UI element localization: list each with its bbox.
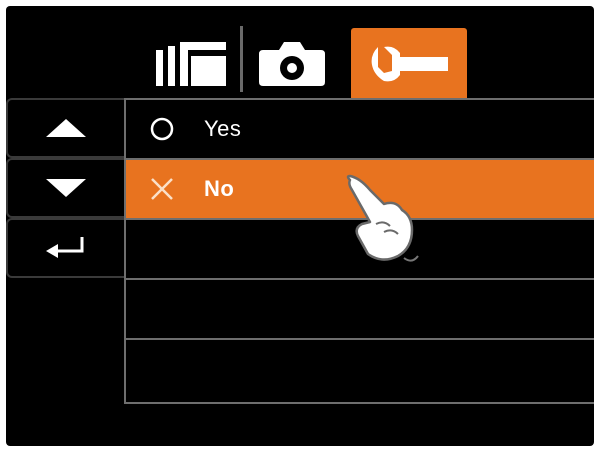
- tab-divider: [240, 26, 243, 92]
- empty-option-row: [126, 280, 594, 340]
- pointer-hand-icon: [340, 174, 420, 275]
- option-label: Yes: [204, 116, 242, 141]
- down-arrow-icon: [46, 179, 86, 197]
- up-arrow-icon: [46, 119, 86, 137]
- return-arrow-icon: [46, 237, 84, 258]
- camera-icon: [259, 42, 325, 86]
- x-mark-icon: [148, 175, 176, 203]
- radio-empty-icon: [148, 115, 176, 143]
- option-label: No: [204, 176, 235, 201]
- tab-setup-mode[interactable]: [351, 28, 467, 100]
- tab-video-mode[interactable]: [144, 28, 238, 100]
- wrench-icon: [371, 46, 448, 82]
- video-mode-icon: [156, 42, 226, 86]
- scroll-up-button[interactable]: [6, 98, 124, 158]
- empty-option-row: [126, 340, 594, 402]
- camera-menu-screen: Yes No: [6, 6, 594, 446]
- back-button[interactable]: [6, 218, 124, 278]
- option-yes[interactable]: Yes: [126, 100, 594, 160]
- scroll-down-button[interactable]: [6, 158, 124, 218]
- tab-photo-mode[interactable]: [246, 28, 338, 100]
